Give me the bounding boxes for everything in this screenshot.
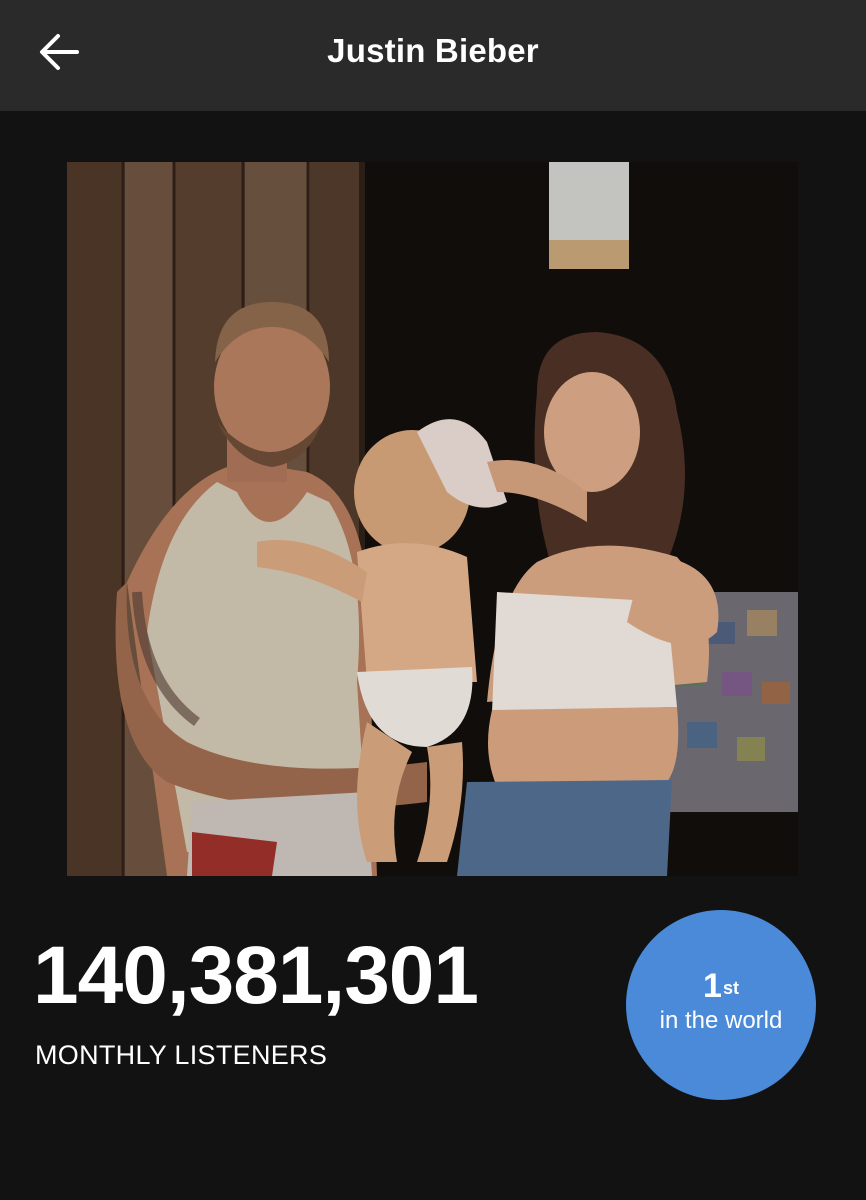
- rank-number: 1st: [703, 967, 739, 1005]
- rank-caption: in the world: [659, 1007, 783, 1034]
- artist-photo: [67, 162, 798, 876]
- page-title: Justin Bieber: [327, 32, 539, 69]
- monthly-listeners-label: MONTHLY LISTENERS: [35, 1040, 328, 1070]
- world-rank-badge: 1st in the world: [626, 910, 816, 1100]
- monthly-listeners-count: 140,381,301: [33, 930, 479, 1021]
- rank-suffix: st: [722, 978, 739, 998]
- top-bar: Justin Bieber: [0, 0, 866, 111]
